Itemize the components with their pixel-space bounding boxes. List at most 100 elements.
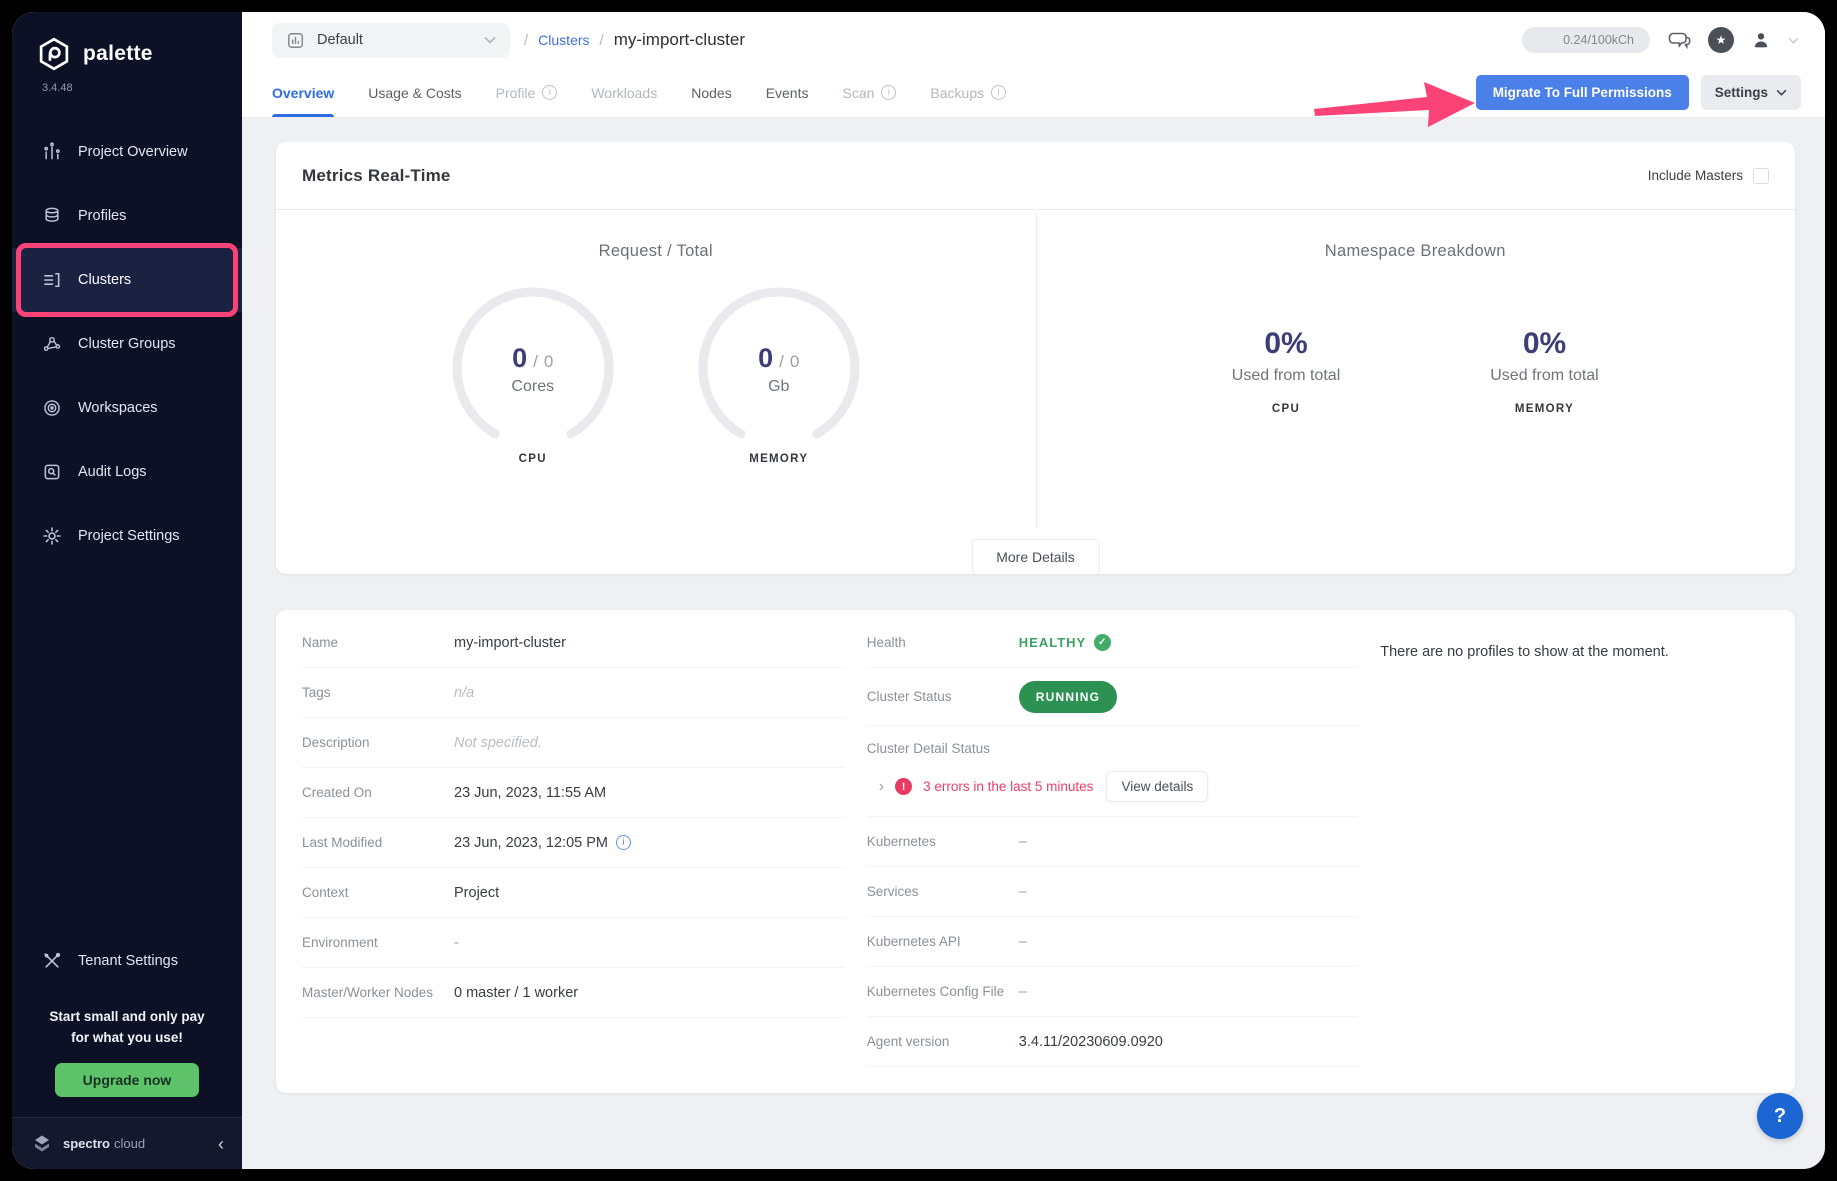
upgrade-promo: Start small and only pay for what you us… (12, 993, 242, 1049)
tab-overview[interactable]: Overview (272, 68, 334, 117)
sidebar-footer: spectro cloud ‹ (12, 1117, 242, 1169)
detail-row-last-modified: Last Modified 23 Jun, 2023, 12:05 PM i (302, 818, 845, 868)
gear-icon (42, 526, 62, 546)
include-masters-checkbox[interactable] (1753, 168, 1769, 184)
cpu-caption: CPU (448, 453, 618, 465)
namespace-memory-value: 0% (1490, 327, 1598, 361)
main-area: Default / Clusters / my-import-cluster 0… (242, 12, 1825, 1169)
details-right-column: There are no profiles to show at the mom… (1380, 618, 1813, 1067)
network-icon (42, 334, 62, 354)
memory-request-value: 0 (758, 343, 773, 374)
clusters-icon (42, 270, 62, 290)
view-details-button[interactable]: View details (1106, 771, 1208, 802)
namespace-cpu-stat: 0% Used from total CPU (1232, 327, 1340, 415)
include-masters-label: Include Masters (1648, 168, 1743, 183)
sidebar-item-label: Audit Logs (78, 464, 147, 480)
include-masters-control: Include Masters (1648, 168, 1769, 184)
sidebar-item-clusters[interactable]: Clusters (12, 248, 242, 312)
star-icon: ★ (1708, 27, 1734, 53)
info-icon[interactable]: i (991, 85, 1006, 100)
tab-scan[interactable]: Scani (843, 68, 897, 117)
detail-row-context: Context Project (302, 868, 845, 918)
running-status-badge: RUNNING (1019, 681, 1117, 713)
migrate-to-full-permissions-button[interactable]: Migrate To Full Permissions (1476, 75, 1689, 110)
sidebar-item-cluster-groups[interactable]: Cluster Groups (12, 312, 242, 376)
chevron-down-icon (1776, 89, 1787, 96)
cpu-unit: Cores (448, 378, 618, 396)
tab-events[interactable]: Events (766, 68, 809, 117)
user-chevron-down-icon[interactable] (1788, 37, 1799, 44)
promo-line-1: Start small and only pay (49, 1009, 204, 1024)
sidebar-item-label: Project Settings (78, 528, 180, 544)
sidebar-item-project-settings[interactable]: Project Settings (12, 504, 242, 568)
sidebar-item-tenant-settings[interactable]: Tenant Settings (12, 929, 242, 993)
project-selector-value: Default (317, 32, 363, 48)
detail-row-health: Health HEALTHY ✓ (867, 618, 1358, 668)
tools-icon (42, 951, 62, 971)
cpu-gauge: 0 / 0 Cores CPU (448, 283, 618, 465)
chat-button[interactable] (1666, 28, 1692, 52)
collapse-sidebar-icon[interactable]: ‹ (218, 1135, 224, 1153)
namespace-title: Namespace Breakdown (1325, 242, 1506, 261)
profiles-empty-message: There are no profiles to show at the mom… (1380, 618, 1813, 660)
expand-chevron-icon[interactable]: › (879, 779, 884, 795)
notifications-button[interactable]: ★ (1708, 27, 1734, 53)
sidebar-item-label: Workspaces (78, 400, 158, 416)
detail-row-kubernetes-config: Kubernetes Config File – (867, 967, 1358, 1017)
sidebar-item-label: Project Overview (78, 144, 188, 160)
info-icon[interactable]: i (616, 835, 631, 850)
error-summary-row: › ! 3 errors in the last 5 minutes View … (867, 771, 1358, 802)
sidebar-item-project-overview[interactable]: Project Overview (12, 120, 242, 184)
breadcrumb: / Clusters / my-import-cluster (524, 30, 745, 50)
cpu-total-value: 0 (544, 352, 553, 372)
settings-button[interactable]: Settings (1701, 75, 1801, 110)
tab-usage-costs[interactable]: Usage & Costs (368, 68, 461, 117)
project-selector[interactable]: Default (272, 23, 510, 58)
chart-icon (42, 142, 62, 162)
detail-row-name: Name my-import-cluster (302, 618, 845, 668)
request-total-title: Request / Total (599, 242, 713, 261)
topbar: Default / Clusters / my-import-cluster 0… (242, 12, 1825, 118)
sidebar-item-workspaces[interactable]: Workspaces (12, 376, 242, 440)
sidebar-item-audit-logs[interactable]: Audit Logs (12, 440, 242, 504)
detail-row-environment: Environment - (302, 918, 845, 968)
brand-name: palette (83, 42, 153, 66)
detail-row-tags: Tags n/a (302, 668, 845, 718)
upgrade-now-button[interactable]: Upgrade now (55, 1063, 200, 1097)
detail-row-kubernetes: Kubernetes – (867, 817, 1358, 867)
memory-caption: MEMORY (694, 453, 864, 465)
namespace-breakdown-section: Namespace Breakdown 0% Used from total C… (1036, 210, 1796, 574)
memory-total-value: 0 (790, 352, 799, 372)
namespace-cpu-value: 0% (1232, 327, 1340, 361)
tab-backups[interactable]: Backupsi (930, 68, 1006, 117)
info-icon[interactable]: i (542, 85, 557, 100)
divider (1036, 214, 1037, 528)
sidebar-item-profiles[interactable]: Profiles (12, 184, 242, 248)
spectro-cloud-logo-icon (30, 1132, 54, 1156)
detail-row-cluster-status: Cluster Status RUNNING (867, 668, 1358, 726)
memory-gauge: 0 / 0 Gb MEMORY (694, 283, 864, 465)
health-status: HEALTHY ✓ (1019, 634, 1111, 651)
footer-brand-secondary: cloud (114, 1136, 145, 1151)
help-button[interactable]: ? (1757, 1093, 1803, 1139)
error-summary-text: 3 errors in the last 5 minutes (923, 779, 1093, 794)
info-icon[interactable]: i (881, 85, 896, 100)
promo-line-2: for what you use! (71, 1030, 183, 1045)
usage-quota-badge: 0.24/100kCh (1522, 27, 1650, 53)
memory-unit: Gb (694, 378, 864, 396)
app-version: 3.4.48 (12, 72, 242, 94)
check-icon: ✓ (1094, 634, 1111, 651)
sidebar-item-label: Cluster Groups (78, 336, 176, 352)
tab-nodes[interactable]: Nodes (691, 68, 731, 117)
sidebar: palette 3.4.48 Project Overview (12, 12, 242, 1169)
tab-workloads[interactable]: Workloads (591, 68, 657, 117)
detail-row-services: Services – (867, 867, 1358, 917)
user-menu-button[interactable] (1750, 29, 1772, 51)
tab-profile[interactable]: Profilei (496, 68, 558, 117)
more-details-button[interactable]: More Details (971, 539, 1100, 575)
layers-icon (42, 206, 62, 226)
detail-row-agent-version: Agent version 3.4.11/20230609.0920 (867, 1017, 1358, 1067)
breadcrumb-separator: / (600, 32, 604, 49)
breadcrumb-separator: / (524, 32, 528, 49)
breadcrumb-clusters-link[interactable]: Clusters (538, 32, 589, 48)
